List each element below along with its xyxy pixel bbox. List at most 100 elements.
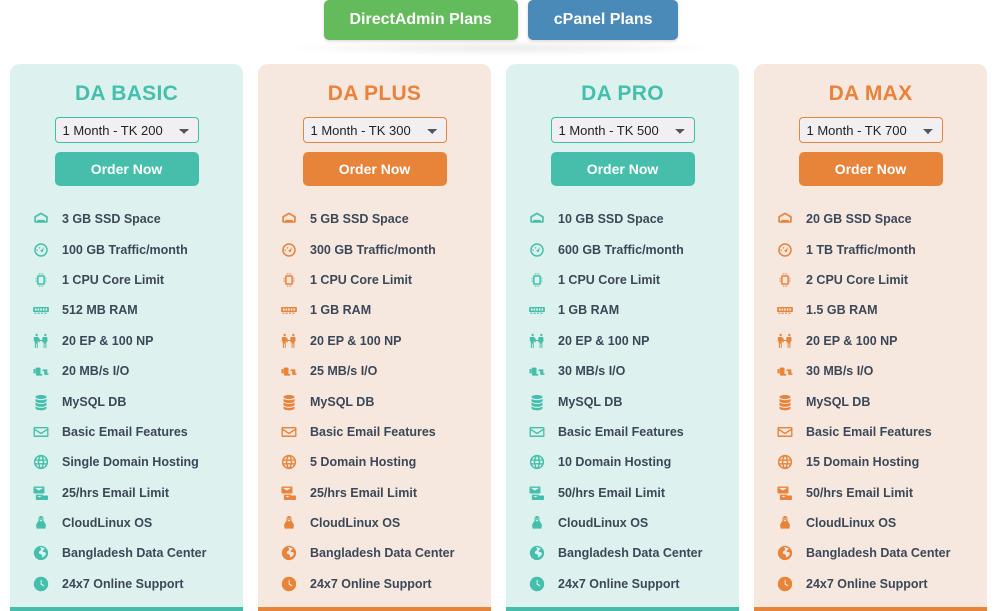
feature-item: 1 GB RAM — [278, 295, 491, 325]
mail-stack-icon — [278, 483, 300, 503]
memory-ram-icon — [278, 300, 300, 320]
feature-label: MySQL DB — [62, 394, 127, 409]
feature-label: 25/hrs Email Limit — [310, 485, 417, 500]
feature-item: Bangladesh Data Center — [30, 538, 243, 568]
billing-term-select[interactable]: 1 Month - TK 200 — [54, 117, 199, 143]
billing-term-select[interactable]: 1 Month - TK 500 — [550, 117, 695, 143]
feature-label: 30 MB/s I/O — [558, 364, 626, 379]
feature-label: 1 CPU Core Limit — [310, 272, 413, 287]
feature-item: 20 EP & 100 NP — [526, 326, 739, 356]
envelope-icon — [278, 422, 300, 442]
feature-list: 20 GB SSD Space 1 TB Traffic/month 2 CPU C… — [754, 204, 987, 599]
feature-item: 1 TB Traffic/month — [774, 234, 987, 264]
speedometer-icon — [526, 240, 548, 260]
feature-label: 25 MB/s I/O — [310, 364, 378, 379]
feature-label: 20 EP & 100 NP — [310, 333, 402, 348]
mail-stack-icon — [774, 483, 796, 503]
plan-title: DA PRO — [581, 82, 664, 105]
feature-item: MySQL DB — [278, 386, 491, 416]
envelope-icon — [774, 422, 796, 442]
feature-label: 15 Domain Hosting — [806, 455, 920, 470]
order-now-button[interactable]: Order Now — [550, 152, 695, 186]
linux-penguin-icon — [30, 513, 52, 533]
feature-label: 512 MB RAM — [62, 303, 138, 318]
feature-item: 50/hrs Email Limit — [526, 478, 739, 508]
feature-item: 1 CPU Core Limit — [30, 265, 243, 295]
clock-icon — [278, 574, 300, 594]
feature-label: Basic Email Features — [310, 424, 436, 439]
feature-label: 25/hrs Email Limit — [62, 485, 169, 500]
feature-item: 20 MB/s I/O — [30, 356, 243, 386]
mail-stack-icon — [526, 483, 548, 503]
memory-ram-icon — [774, 300, 796, 320]
feature-item: 24x7 Online Support — [278, 569, 491, 599]
feature-item: Single Domain Hosting — [30, 447, 243, 477]
feature-label: 50/hrs Email Limit — [806, 485, 913, 500]
memory-ram-icon — [526, 300, 548, 320]
feature-label: 10 GB SSD Space — [558, 212, 664, 227]
feature-label: 1 GB RAM — [310, 303, 372, 318]
feature-label: CloudLinux OS — [62, 516, 153, 531]
feature-label: CloudLinux OS — [310, 516, 401, 531]
speedometer-icon — [30, 240, 52, 260]
feature-list: 3 GB SSD Space 100 GB Traffic/month 1 CPU … — [10, 204, 243, 599]
globe-icon — [774, 452, 796, 472]
feature-item: Basic Email Features — [30, 417, 243, 447]
clock-icon — [774, 574, 796, 594]
feature-label: 24x7 Online Support — [806, 576, 928, 591]
feature-label: 24x7 Online Support — [558, 576, 680, 591]
globe-marker-icon — [774, 543, 796, 563]
speedometer-icon — [774, 240, 796, 260]
pricing-card: DA BASIC 1 Month - TK 200 Order Now 3 GB SS… — [10, 64, 243, 611]
feature-item: Basic Email Features — [278, 417, 491, 447]
hard-drive-icon — [30, 209, 52, 229]
pricing-page: DirectAdmin Plans cPanel Plans DA BASIC 1… — [0, 0, 1002, 611]
tab-cpanel-plans[interactable]: cPanel Plans — [527, 0, 679, 40]
billing-term-select[interactable]: 1 Month - TK 300 — [302, 117, 447, 143]
plan-type-tabs: DirectAdmin Plans cPanel Plans — [0, 0, 1002, 50]
envelope-icon — [30, 422, 52, 442]
feature-item: 3 GB SSD Space — [30, 204, 243, 234]
feature-item: CloudLinux OS — [278, 508, 491, 538]
pricing-card: DA MAX 1 Month - TK 700 Order Now 20 GB SSD… — [754, 64, 987, 611]
feature-item: MySQL DB — [30, 386, 243, 416]
globe-icon — [278, 452, 300, 472]
feature-label: 20 MB/s I/O — [62, 364, 130, 379]
feature-label: 1 GB RAM — [558, 303, 620, 318]
globe-marker-icon — [526, 543, 548, 563]
feature-item: 24x7 Online Support — [774, 569, 987, 599]
feature-item: 1 GB RAM — [526, 295, 739, 325]
envelope-icon — [526, 422, 548, 442]
feature-label: 50/hrs Email Limit — [558, 485, 665, 500]
billing-term-select[interactable]: 1 Month - TK 700 — [798, 117, 943, 143]
feature-item: Basic Email Features — [774, 417, 987, 447]
feature-item: 15 Domain Hosting — [774, 447, 987, 477]
io-signal-icon — [30, 361, 52, 381]
feature-item: 20 EP & 100 NP — [30, 326, 243, 356]
feature-label: 1 CPU Core Limit — [558, 272, 661, 287]
feature-label: Basic Email Features — [62, 424, 188, 439]
feature-label: 24x7 Online Support — [310, 576, 432, 591]
order-now-button[interactable]: Order Now — [302, 152, 447, 186]
feature-list: 10 GB SSD Space 600 GB Traffic/month 1 CPU… — [506, 204, 739, 599]
database-icon — [30, 392, 52, 412]
feature-label: MySQL DB — [310, 394, 375, 409]
mail-stack-icon — [30, 483, 52, 503]
tab-directadmin-plans[interactable]: DirectAdmin Plans — [323, 0, 518, 40]
cpu-chip-icon — [278, 270, 300, 290]
feature-label: 300 GB Traffic/month — [310, 242, 436, 257]
feature-label: 5 GB SSD Space — [310, 212, 409, 227]
cpu-chip-icon — [30, 270, 52, 290]
feature-label: 20 EP & 100 NP — [62, 333, 154, 348]
feature-item: 30 MB/s I/O — [526, 356, 739, 386]
hard-drive-icon — [278, 209, 300, 229]
feature-item: 1.5 GB RAM — [774, 295, 987, 325]
clock-icon — [30, 574, 52, 594]
feature-label: 5 Domain Hosting — [310, 455, 417, 470]
order-now-button[interactable]: Order Now — [798, 152, 943, 186]
feature-item: 24x7 Online Support — [526, 569, 739, 599]
cpu-chip-icon — [774, 270, 796, 290]
database-icon — [774, 392, 796, 412]
order-now-button[interactable]: Order Now — [54, 152, 199, 186]
feature-item: 10 GB SSD Space — [526, 204, 739, 234]
